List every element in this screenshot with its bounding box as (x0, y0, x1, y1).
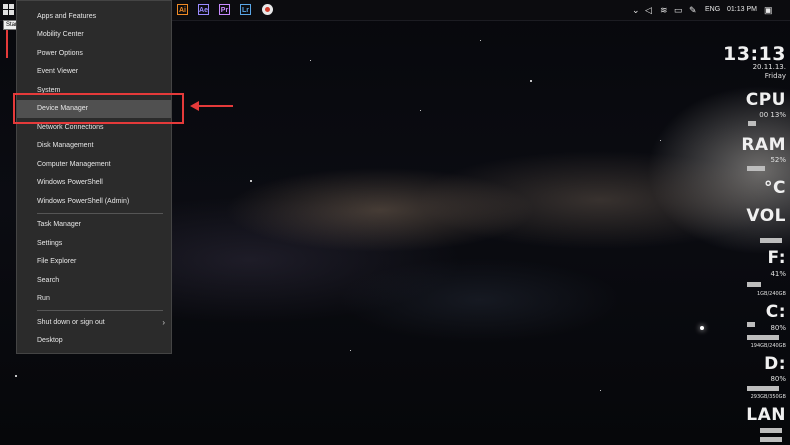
d-bar (747, 386, 779, 391)
winx-context-menu: Apps and Features Mobility Center Power … (16, 0, 172, 354)
menu-separator (37, 310, 163, 311)
wifi-icon[interactable]: ≋ (660, 3, 668, 17)
menu-item-disk-management[interactable]: Disk Management (17, 137, 171, 155)
star (250, 180, 252, 182)
pen-icon[interactable]: ✎ (689, 3, 697, 17)
menu-item-task-manager[interactable]: Task Manager (17, 216, 171, 234)
annotation-arrow-left (198, 105, 233, 107)
menu-item-run[interactable]: Run (17, 290, 171, 308)
windows-logo-icon (3, 4, 8, 9)
star (660, 140, 661, 141)
star (350, 350, 351, 351)
chrome-taskbar-icon[interactable] (262, 4, 273, 15)
widget-f-size: 1GB/240GB (756, 291, 786, 297)
star (15, 375, 17, 377)
menu-item-power-options[interactable]: Power Options (17, 45, 171, 63)
battery-icon[interactable]: ▭ (674, 3, 683, 17)
menu-item-powershell[interactable]: Windows PowerShell (17, 174, 171, 192)
menu-item-file-explorer[interactable]: File Explorer (17, 253, 171, 271)
menu-item-desktop[interactable]: Desktop (17, 332, 171, 350)
chevron-up-icon[interactable]: ⌄ (632, 3, 640, 17)
menu-item-label: Shut down or sign out (37, 319, 105, 326)
cpu-bar (748, 121, 756, 126)
volume-icon[interactable]: ◁ (645, 3, 652, 17)
widget-ram-label: RAM (741, 135, 786, 155)
widget-vol-label: VOL (746, 206, 786, 226)
star (530, 80, 532, 82)
widget-f-value: 41% (770, 270, 786, 278)
widget-day: Friday (764, 72, 786, 80)
menu-item-computer-management[interactable]: Computer Management (17, 156, 171, 174)
lan-bar-up (760, 428, 782, 433)
menu-separator (37, 213, 163, 214)
lan-bar-down (760, 437, 782, 442)
widget-temp-label: °C (764, 178, 786, 198)
star (480, 40, 481, 41)
premiere-taskbar-icon[interactable]: Pr (219, 4, 230, 15)
widget-c-value: 80% (770, 324, 786, 332)
star (420, 110, 421, 111)
annotation-arrow-up (6, 30, 8, 58)
widget-ram-value: 52% (770, 156, 786, 164)
c-bar (747, 335, 779, 340)
menu-item-event-viewer[interactable]: Event Viewer (17, 63, 171, 81)
widget-cpu-label: CPU (745, 90, 786, 110)
language-indicator[interactable]: ENG (705, 3, 720, 17)
start-button[interactable] (3, 4, 15, 16)
c-bar-small (747, 322, 755, 327)
widget-clock: 13:13 (723, 43, 786, 65)
menu-item-shutdown[interactable]: Shut down or sign out › (17, 314, 171, 332)
star (310, 60, 311, 61)
widget-d-label: D: (764, 354, 786, 374)
widget-cpu-values: 00 13% (759, 111, 786, 119)
ram-bar (747, 166, 765, 171)
widget-c-size: 194GB/240GB (750, 343, 786, 349)
widget-c-label: C: (765, 302, 786, 322)
chevron-right-icon: › (162, 318, 165, 327)
widget-f-label: F: (767, 248, 786, 268)
lightroom-taskbar-icon[interactable]: Lr (240, 4, 251, 15)
widget-lan-label: LAN (746, 405, 786, 425)
notification-icon[interactable]: ▣ (764, 3, 773, 17)
menu-item-powershell-admin[interactable]: Windows PowerShell (Admin) (17, 193, 171, 211)
illustrator-taskbar-icon[interactable]: Ai (177, 4, 188, 15)
after-effects-taskbar-icon[interactable]: Ae (198, 4, 209, 15)
menu-item-mobility-center[interactable]: Mobility Center (17, 26, 171, 44)
annotation-highlight-box (13, 93, 184, 124)
widget-d-size: 293GB/350GB (750, 394, 786, 400)
widget-date: 20.11.13. (752, 63, 786, 71)
clock[interactable]: 01:13 PM (727, 3, 757, 17)
menu-item-apps-features[interactable]: Apps and Features (17, 8, 171, 26)
arrow-head-icon (190, 101, 199, 111)
menu-item-settings[interactable]: Settings (17, 235, 171, 253)
widget-d-value: 80% (770, 375, 786, 383)
star (600, 390, 601, 391)
vol-bar (760, 238, 782, 243)
star (700, 326, 704, 330)
menu-item-search[interactable]: Search (17, 272, 171, 290)
f-bar (747, 282, 761, 287)
